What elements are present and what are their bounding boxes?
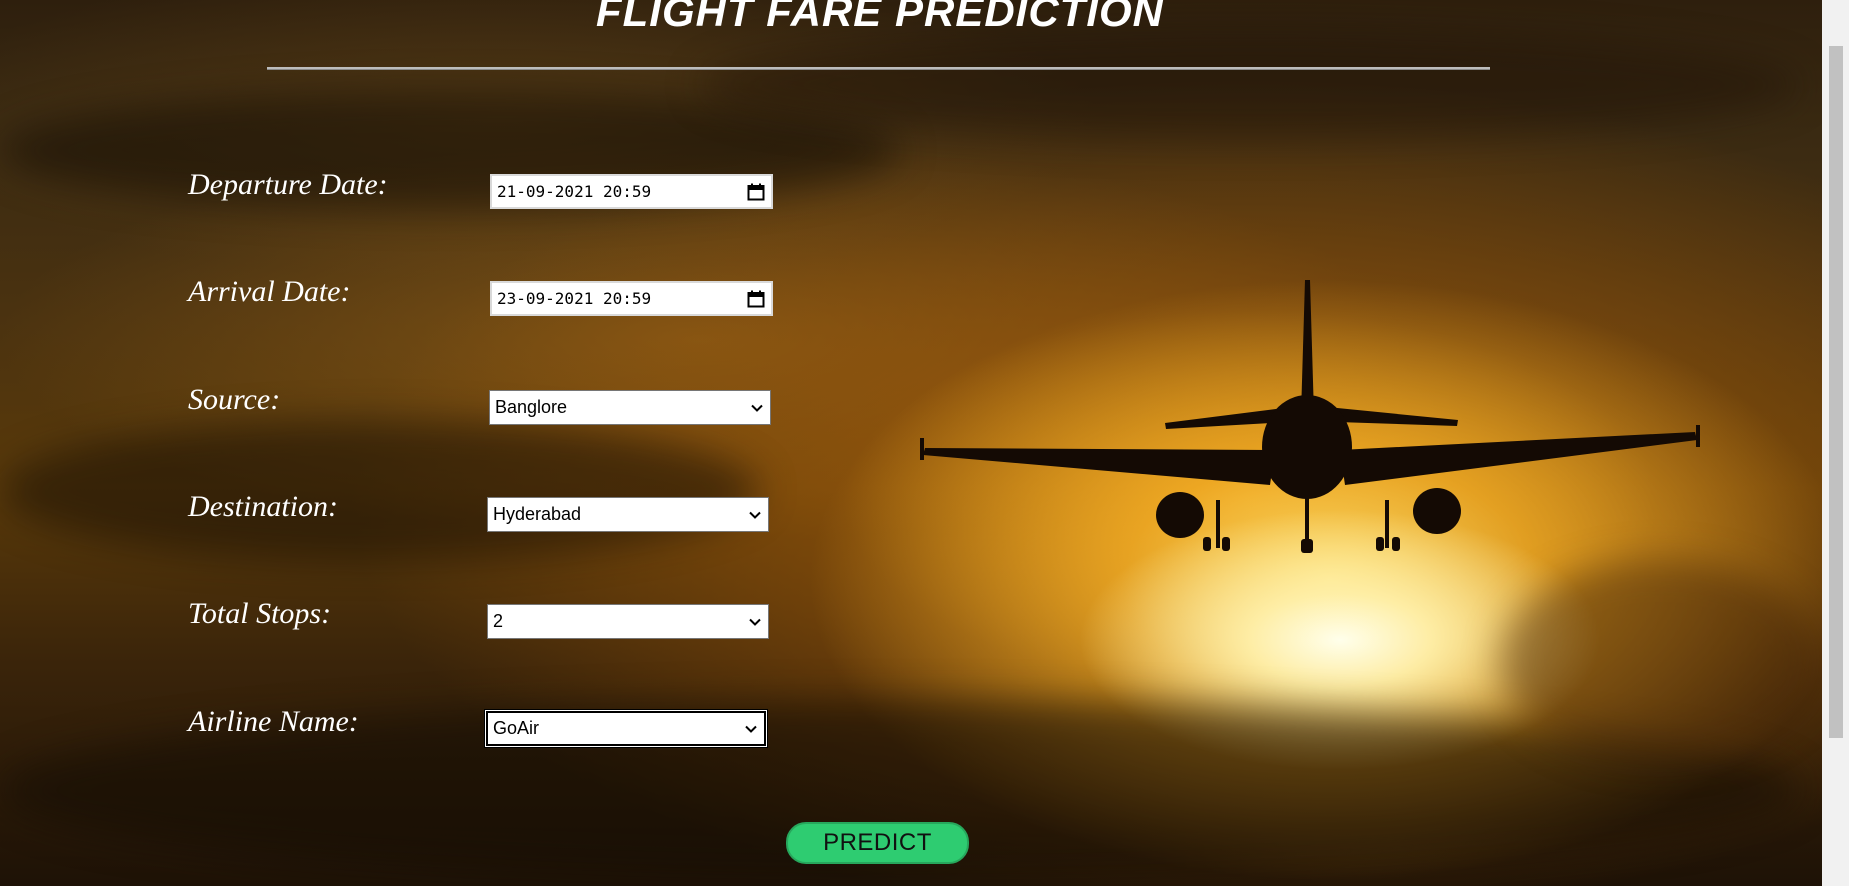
total-stops-selected-value: 2 [493, 611, 504, 631]
chevron-down-icon [748, 508, 762, 522]
cloud [1500, 560, 1820, 760]
chevron-down-icon [744, 722, 758, 736]
airline-selected-value: GoAir [493, 718, 540, 738]
departure-date-input[interactable]: 21-09-2021 20:59 [490, 174, 773, 209]
source-select[interactable]: Banglore [489, 390, 771, 425]
total-stops-label: Total Stops: [188, 597, 332, 630]
vertical-scrollbar[interactable] [1822, 0, 1849, 886]
predict-button[interactable]: PREDICT [786, 822, 969, 864]
arrival-date-input[interactable]: 23-09-2021 20:59 [490, 281, 773, 316]
cloud [700, 30, 1800, 140]
airline-name-label: Airline Name: [188, 705, 359, 738]
destination-label: Destination: [188, 490, 338, 523]
source-selected-value: Banglore [495, 397, 568, 417]
destination-selected-value: Hyderabad [493, 504, 582, 524]
calendar-icon[interactable] [747, 290, 765, 308]
destination-select[interactable]: Hyderabad [487, 497, 769, 532]
page: FLIGHT FARE PREDICTION Departure Date: 2… [0, 0, 1849, 886]
chevron-down-icon [750, 401, 764, 415]
total-stops-select[interactable]: 2 [487, 604, 769, 639]
calendar-icon[interactable] [747, 183, 765, 201]
departure-date-label: Departure Date: [188, 168, 388, 201]
page-title: FLIGHT FARE PREDICTION [596, 0, 1164, 35]
source-label: Source: [188, 383, 281, 416]
scrollbar-thumb[interactable] [1829, 46, 1843, 738]
airplane-image [920, 280, 1700, 553]
airline-name-select[interactable]: GoAir [486, 711, 766, 746]
arrival-date-value: 23-09-2021 20:59 [497, 289, 652, 308]
arrival-date-label: Arrival Date: [188, 275, 351, 308]
title-divider [267, 67, 1490, 70]
cloud [0, 420, 760, 560]
departure-date-value: 21-09-2021 20:59 [497, 182, 652, 201]
chevron-down-icon [748, 615, 762, 629]
